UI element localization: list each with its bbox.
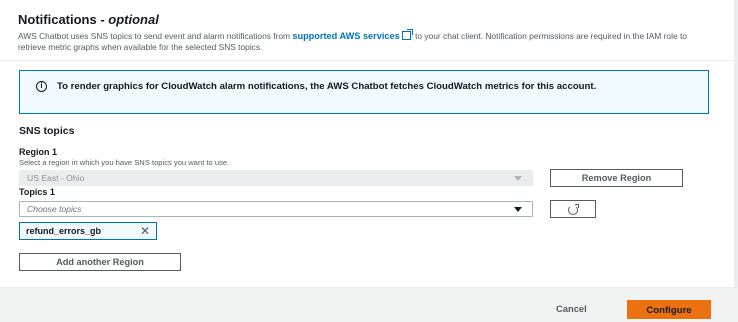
notifications-header: Notifications - optional AWS Chatbot use… bbox=[18, 12, 708, 52]
sns-topics-heading: SNS topics bbox=[19, 125, 75, 137]
info-alert: i To render graphics for CloudWatch alar… bbox=[19, 70, 709, 114]
close-icon[interactable]: ✕ bbox=[140, 223, 150, 239]
notifications-panel: Notifications - optional AWS Chatbot use… bbox=[0, 0, 738, 288]
external-link-icon bbox=[401, 29, 413, 40]
scrollbar-track bbox=[734, 0, 738, 288]
region-value: US East - Ohio bbox=[27, 173, 85, 183]
info-icon: i bbox=[36, 81, 47, 92]
add-region-button[interactable]: Add another Region bbox=[19, 253, 181, 271]
configure-button[interactable]: Configure bbox=[627, 300, 711, 319]
section-description: AWS Chatbot uses SNS topics to send even… bbox=[18, 29, 687, 52]
region-label: Region 1 bbox=[19, 147, 58, 157]
selected-topic-label: refund_errors_gb bbox=[26, 226, 102, 236]
region-select[interactable]: US East - Ohio bbox=[19, 170, 533, 186]
divider bbox=[0, 60, 734, 61]
info-text: To render graphics for CloudWatch alarm … bbox=[57, 81, 597, 92]
supported-services-link[interactable]: supported AWS services bbox=[292, 31, 399, 41]
refresh-icon bbox=[568, 203, 579, 215]
section-title: Notifications - optional bbox=[18, 12, 159, 27]
topics-placeholder: Choose topics bbox=[27, 204, 82, 214]
remove-region-button[interactable]: Remove Region bbox=[550, 169, 683, 187]
region-hint: Select a region in which you have SNS to… bbox=[19, 158, 230, 167]
topics-select[interactable]: Choose topics bbox=[19, 201, 533, 217]
optional-tag: optional bbox=[108, 12, 159, 27]
chevron-down-icon bbox=[514, 207, 522, 212]
chevron-down-icon bbox=[514, 176, 522, 181]
refresh-button[interactable] bbox=[550, 200, 596, 218]
selected-topic-token: refund_errors_gb ✕ bbox=[19, 222, 157, 240]
topics-label: Topics 1 bbox=[19, 187, 55, 197]
cancel-button[interactable]: Cancel bbox=[556, 303, 587, 314]
